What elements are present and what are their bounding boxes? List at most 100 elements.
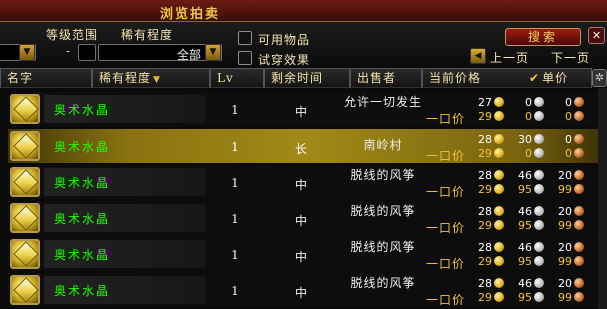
item-icon[interactable] xyxy=(10,203,40,233)
level-min-input[interactable]: ▼ xyxy=(0,44,36,61)
item-name[interactable]: 奥术水晶 xyxy=(54,210,110,227)
prev-page-arrow-icon[interactable]: ◀ xyxy=(470,48,486,64)
silver-coin-icon xyxy=(534,97,544,107)
table-row[interactable]: 奥术水晶 1 中允许一切发生 一口价 27 0 0 29 0 0 xyxy=(8,92,607,126)
column-header-seller[interactable]: 出售者 xyxy=(350,68,422,88)
silver-coin-icon xyxy=(534,242,544,252)
item-level: 1 xyxy=(231,140,239,154)
column-header-current-price[interactable]: 当前价格 ✔ 单价 xyxy=(422,68,592,88)
item-icon[interactable] xyxy=(10,131,40,161)
item-icon[interactable] xyxy=(10,167,40,197)
item-name[interactable]: 奥术水晶 xyxy=(54,101,110,118)
column-rarity-label: 稀有程度 xyxy=(99,71,152,85)
column-header-time-left[interactable]: 剩余时间 xyxy=(264,68,350,88)
column-header-rarity[interactable]: 稀有程度 ▼ xyxy=(92,68,210,88)
chevron-down-icon[interactable]: ▼ xyxy=(205,44,221,61)
buyout-silver: 0 xyxy=(525,110,532,123)
gold-coin-icon xyxy=(494,242,504,252)
buyout-silver: 95 xyxy=(518,219,532,232)
close-icon[interactable]: ✕ xyxy=(588,27,605,44)
item-icon[interactable] xyxy=(10,239,40,269)
bid-gold: 28 xyxy=(478,205,492,218)
buyout-copper: 0 xyxy=(565,147,572,160)
chevron-down-icon[interactable]: ▼ xyxy=(19,44,35,61)
search-button[interactable]: 搜索 xyxy=(505,28,581,46)
time-left: 中 xyxy=(294,105,307,119)
usable-items-label: 可用物品 xyxy=(258,33,311,47)
copper-coin-icon xyxy=(574,97,584,107)
copper-coin-icon xyxy=(574,184,584,194)
bid-silver: 46 xyxy=(518,277,532,290)
silver-coin-icon xyxy=(534,220,544,230)
column-header-name[interactable]: 名字 xyxy=(0,68,92,88)
copper-coin-icon xyxy=(574,206,584,216)
unit-price-toggle[interactable]: ✔ 单价 xyxy=(529,69,568,87)
checkmark-icon: ✔ xyxy=(529,71,541,85)
item-icon[interactable] xyxy=(10,275,40,305)
prev-page-button[interactable]: 上一页 xyxy=(490,49,529,66)
column-price-label: 当前价格 xyxy=(429,71,482,85)
column-seller-label: 出售者 xyxy=(357,71,397,85)
silver-coin-icon xyxy=(534,184,544,194)
rarity-dropdown[interactable]: 全部 ▼ xyxy=(98,44,222,62)
silver-coin-icon xyxy=(534,292,544,302)
gold-coin-icon xyxy=(494,292,504,302)
time-left: 中 xyxy=(294,214,307,228)
table-row[interactable]: 奥术水晶 1 中 脱线的风筝 一口价 28 46 20 29 95 99 xyxy=(8,201,607,235)
gear-icon[interactable]: ✲ xyxy=(592,69,607,87)
silver-coin-icon xyxy=(534,170,544,180)
buyout-label: 一口价 xyxy=(426,221,466,235)
copper-coin-icon xyxy=(574,292,584,302)
buyout-silver: 95 xyxy=(518,291,532,304)
copper-coin-icon xyxy=(574,170,584,180)
level-max-input[interactable] xyxy=(78,44,96,61)
buyout-copper: 0 xyxy=(565,110,572,123)
gold-coin-icon xyxy=(494,220,504,230)
table-row[interactable]: 奥术水晶 1 中 脱线的风筝 一口价 28 46 20 29 95 99 xyxy=(8,237,607,271)
buyout-gold: 29 xyxy=(478,147,492,160)
copper-coin-icon xyxy=(574,148,584,158)
table-row[interactable]: 奥术水晶 1 中 脱线的风筝 一口价 28 46 20 29 95 99 xyxy=(8,165,607,199)
item-level: 1 xyxy=(231,176,239,190)
column-level-label: Lv xyxy=(217,71,234,85)
time-left: 长 xyxy=(294,142,307,156)
crystal-icon xyxy=(13,133,39,159)
usable-items-checkbox[interactable] xyxy=(238,31,252,45)
bid-copper: 0 xyxy=(565,133,572,146)
item-name[interactable]: 奥术水晶 xyxy=(54,138,110,155)
crystal-icon xyxy=(13,241,39,267)
auction-title-bar: 浏览拍卖 xyxy=(0,0,607,22)
column-header-level[interactable]: Lv xyxy=(210,68,264,88)
buyout-copper: 99 xyxy=(558,255,572,268)
table-row[interactable]: 奥术水晶 1 中 脱线的风筝 一口价 28 46 20 29 95 99 xyxy=(8,273,607,307)
scrollbar[interactable] xyxy=(598,88,607,309)
gold-coin-icon xyxy=(494,97,504,107)
gold-coin-icon xyxy=(494,111,504,121)
table-row[interactable]: 奥术水晶 1 长南岭村 一口价 28 30 0 29 0 0 xyxy=(8,129,607,163)
level-range-label: 等级范围 xyxy=(46,28,99,42)
preview-checkbox[interactable] xyxy=(238,51,252,65)
column-name-label: 名字 xyxy=(7,71,34,85)
buyout-label: 一口价 xyxy=(426,257,466,271)
gold-coin-icon xyxy=(494,184,504,194)
seller-name: 脱线的风筝 xyxy=(350,168,416,182)
column-time-label: 剩余时间 xyxy=(271,71,324,85)
item-name[interactable]: 奥术水晶 xyxy=(54,174,110,191)
buyout-copper: 99 xyxy=(558,183,572,196)
next-page-button[interactable]: 下一页 xyxy=(551,49,590,66)
bid-copper: 20 xyxy=(558,205,572,218)
silver-coin-icon xyxy=(534,256,544,266)
item-name[interactable]: 奥术水晶 xyxy=(54,282,110,299)
bid-gold: 28 xyxy=(478,241,492,254)
silver-coin-icon xyxy=(534,278,544,288)
buyout-silver: 0 xyxy=(525,147,532,160)
buyout-silver: 95 xyxy=(518,183,532,196)
item-level: 1 xyxy=(231,284,239,298)
item-name[interactable]: 奥术水晶 xyxy=(54,246,110,263)
bid-copper: 20 xyxy=(558,241,572,254)
silver-coin-icon xyxy=(534,111,544,121)
time-left: 中 xyxy=(294,178,307,192)
item-icon[interactable] xyxy=(10,94,40,124)
buyout-gold: 29 xyxy=(478,110,492,123)
bid-copper: 20 xyxy=(558,277,572,290)
